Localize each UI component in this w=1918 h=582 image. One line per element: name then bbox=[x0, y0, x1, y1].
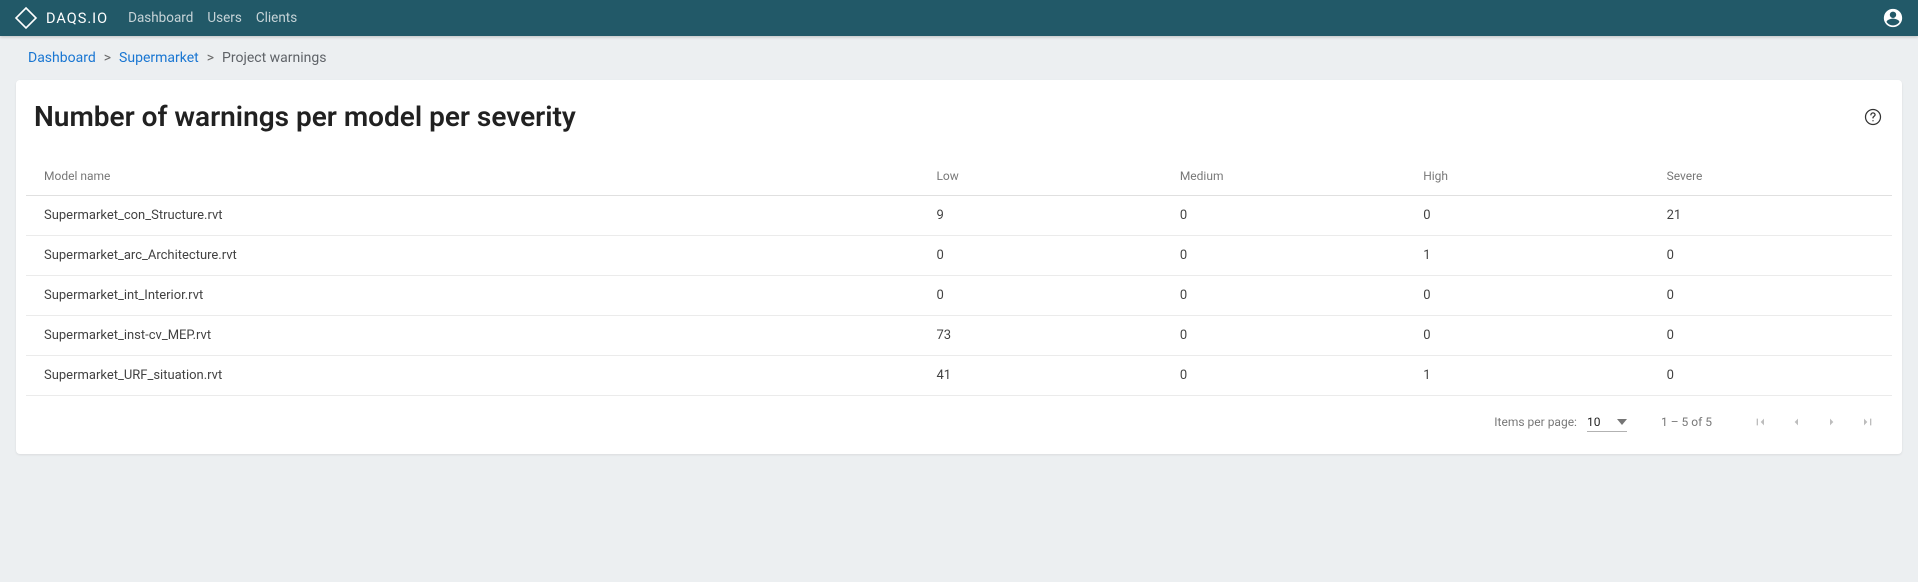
col-low[interactable]: Low bbox=[918, 157, 1161, 196]
cell-high: 1 bbox=[1405, 236, 1648, 276]
cell-severe: 0 bbox=[1649, 236, 1892, 276]
col-severe[interactable]: Severe bbox=[1649, 157, 1892, 196]
app-header: DAQS.IO Dashboard Users Clients bbox=[0, 0, 1918, 36]
warnings-table: Model name Low Medium High Severe Superm… bbox=[26, 157, 1892, 396]
last-page-icon bbox=[1860, 414, 1876, 430]
cell-high: 0 bbox=[1405, 316, 1648, 356]
table-row[interactable]: Supermarket_int_Interior.rvt0000 bbox=[26, 276, 1892, 316]
header-nav: Dashboard Users Clients bbox=[128, 10, 311, 26]
account-icon bbox=[1882, 7, 1904, 29]
last-page-button[interactable] bbox=[1852, 406, 1884, 438]
nav-link-users[interactable]: Users bbox=[207, 10, 241, 26]
cell-severe: 0 bbox=[1649, 356, 1892, 396]
cell-severe: 0 bbox=[1649, 276, 1892, 316]
card-title: Number of warnings per model per severit… bbox=[34, 100, 1862, 133]
card-header: Number of warnings per model per severit… bbox=[26, 100, 1892, 157]
table-header-row: Model name Low Medium High Severe bbox=[26, 157, 1892, 196]
breadcrumb-current: Project warnings bbox=[222, 50, 326, 66]
breadcrumb-link-dashboard[interactable]: Dashboard bbox=[28, 50, 96, 66]
help-button[interactable] bbox=[1862, 106, 1884, 128]
col-medium[interactable]: Medium bbox=[1162, 157, 1405, 196]
items-per-page-value: 10 bbox=[1587, 415, 1601, 429]
help-icon bbox=[1863, 107, 1883, 127]
next-page-button[interactable] bbox=[1816, 406, 1848, 438]
cell-severe: 0 bbox=[1649, 316, 1892, 356]
chevron-right-icon bbox=[1824, 414, 1840, 430]
breadcrumb-separator: > bbox=[96, 50, 119, 66]
account-button[interactable] bbox=[1882, 7, 1904, 29]
cell-model-name: Supermarket_arc_Architecture.rvt bbox=[26, 236, 918, 276]
prev-page-button[interactable] bbox=[1780, 406, 1812, 438]
breadcrumb-separator: > bbox=[199, 50, 222, 66]
brand-name: DAQS.IO bbox=[46, 10, 108, 27]
cell-low: 0 bbox=[918, 236, 1161, 276]
cell-model-name: Supermarket_con_Structure.rvt bbox=[26, 196, 918, 236]
table-row[interactable]: Supermarket_URF_situation.rvt41010 bbox=[26, 356, 1892, 396]
first-page-button[interactable] bbox=[1744, 406, 1776, 438]
cell-high: 1 bbox=[1405, 356, 1648, 396]
nav-link-dashboard[interactable]: Dashboard bbox=[128, 10, 193, 26]
col-high[interactable]: High bbox=[1405, 157, 1648, 196]
cell-high: 0 bbox=[1405, 196, 1648, 236]
cell-medium: 0 bbox=[1162, 276, 1405, 316]
breadcrumb-link-supermarket[interactable]: Supermarket bbox=[119, 50, 199, 66]
cell-low: 9 bbox=[918, 196, 1161, 236]
cell-medium: 0 bbox=[1162, 236, 1405, 276]
table-row[interactable]: Supermarket_inst-cv_MEP.rvt73000 bbox=[26, 316, 1892, 356]
items-per-page-label: Items per page: bbox=[1494, 415, 1577, 429]
cell-model-name: Supermarket_URF_situation.rvt bbox=[26, 356, 918, 396]
cell-medium: 0 bbox=[1162, 196, 1405, 236]
dropdown-arrow-icon bbox=[1617, 419, 1627, 425]
paginator: Items per page: 10 1 – 5 of 5 bbox=[26, 396, 1892, 444]
logo-icon bbox=[14, 6, 38, 30]
chevron-left-icon bbox=[1788, 414, 1804, 430]
items-per-page-select[interactable]: 10 bbox=[1587, 413, 1627, 432]
first-page-icon bbox=[1752, 414, 1768, 430]
cell-low: 41 bbox=[918, 356, 1161, 396]
cell-model-name: Supermarket_inst-cv_MEP.rvt bbox=[26, 316, 918, 356]
table-row[interactable]: Supermarket_arc_Architecture.rvt0010 bbox=[26, 236, 1892, 276]
nav-link-clients[interactable]: Clients bbox=[256, 10, 297, 26]
warnings-card: Number of warnings per model per severit… bbox=[16, 80, 1902, 454]
breadcrumb: Dashboard > Supermarket > Project warnin… bbox=[0, 36, 1918, 80]
paginator-range: 1 – 5 of 5 bbox=[1661, 415, 1712, 429]
cell-severe: 21 bbox=[1649, 196, 1892, 236]
cell-high: 0 bbox=[1405, 276, 1648, 316]
cell-low: 73 bbox=[918, 316, 1161, 356]
col-model-name[interactable]: Model name bbox=[26, 157, 918, 196]
table-row[interactable]: Supermarket_con_Structure.rvt90021 bbox=[26, 196, 1892, 236]
brand-logo[interactable]: DAQS.IO bbox=[14, 6, 108, 30]
cell-medium: 0 bbox=[1162, 356, 1405, 396]
cell-low: 0 bbox=[918, 276, 1161, 316]
cell-medium: 0 bbox=[1162, 316, 1405, 356]
cell-model-name: Supermarket_int_Interior.rvt bbox=[26, 276, 918, 316]
